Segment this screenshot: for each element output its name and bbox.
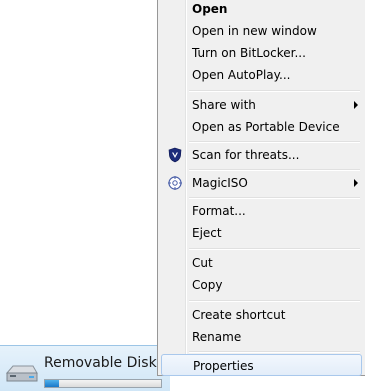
menu-item-label: Properties: [193, 359, 254, 373]
menu-item-label: Open in new window: [192, 24, 317, 38]
menu-item-label: Format...: [192, 204, 246, 218]
context-menu: Open Open in new window Turn on BitLocke…: [157, 0, 365, 376]
menu-item-label: Share with: [192, 98, 256, 112]
menu-item-label: MagicISO: [192, 176, 248, 190]
menu-item-turn-on-bitlocker[interactable]: Turn on BitLocker...: [161, 42, 362, 64]
menu-item-format[interactable]: Format...: [161, 200, 362, 222]
menu-item-create-shortcut[interactable]: Create shortcut: [161, 304, 362, 326]
menu-item-label: Rename: [192, 330, 242, 344]
removable-drive-icon: [5, 365, 38, 382]
menu-item-eject[interactable]: Eject: [161, 222, 362, 244]
menu-item-open[interactable]: Open: [161, 0, 362, 20]
menu-item-properties[interactable]: Properties: [161, 354, 362, 376]
drive-item-removable-disk[interactable]: Removable Disk: [0, 345, 170, 391]
menu-item-label: Eject: [192, 226, 222, 240]
menu-item-open-as-portable-device[interactable]: Open as Portable Device: [161, 116, 362, 138]
menu-item-magiciso[interactable]: MagicISO: [161, 172, 362, 194]
menu-item-label: Open AutoPlay...: [192, 68, 291, 82]
menu-separator: [189, 248, 360, 250]
menu-item-label: Scan for threats...: [192, 148, 300, 162]
menu-separator: [189, 169, 360, 171]
menu-item-label: Open: [192, 2, 228, 16]
menu-separator: [189, 351, 360, 353]
menu-item-cut[interactable]: Cut: [161, 252, 362, 274]
menu-separator: [189, 300, 360, 302]
menu-item-scan-for-threats[interactable]: Scan for threats...: [161, 144, 362, 166]
submenu-arrow-icon: [354, 101, 358, 109]
drive-label: Removable Disk: [44, 355, 157, 371]
submenu-arrow-icon: [354, 179, 358, 187]
menu-item-share-with[interactable]: Share with: [161, 94, 362, 116]
menu-item-label: Create shortcut: [192, 308, 286, 322]
screen: Removable Disk Open Open in new window T…: [0, 0, 365, 391]
menu-item-open-autoplay[interactable]: Open AutoPlay...: [161, 64, 362, 86]
menu-separator: [189, 197, 360, 199]
capacity-bar: [44, 379, 162, 388]
magiciso-icon: [168, 176, 182, 190]
capacity-fill: [45, 380, 59, 387]
menu-item-label: Open as Portable Device: [192, 120, 340, 134]
menu-item-label: Copy: [192, 278, 223, 292]
menu-item-label: Cut: [192, 256, 213, 270]
menu-item-open-in-new-window[interactable]: Open in new window: [161, 20, 362, 42]
menu-item-rename[interactable]: Rename: [161, 326, 362, 348]
menu-separator: [189, 90, 360, 92]
shield-icon: [168, 147, 182, 163]
menu-separator: [189, 141, 360, 143]
menu-item-label: Turn on BitLocker...: [192, 46, 306, 60]
menu-item-copy[interactable]: Copy: [161, 274, 362, 296]
